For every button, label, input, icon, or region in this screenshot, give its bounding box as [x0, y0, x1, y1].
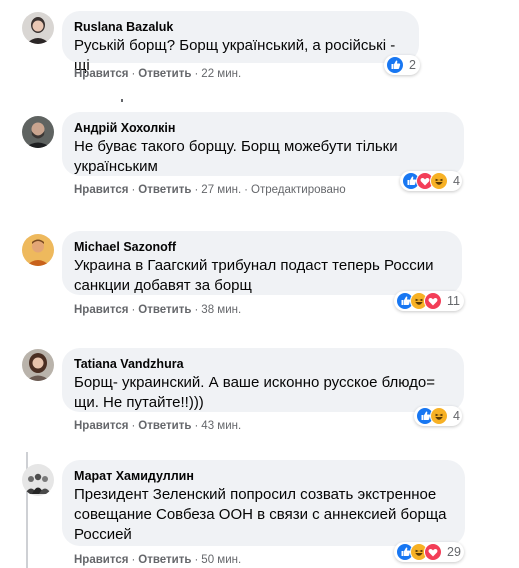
reaction-summary[interactable]: 4: [414, 406, 462, 426]
like-button[interactable]: Нравится: [74, 420, 128, 432]
comment-text-line: українським: [74, 158, 158, 175]
comment-author[interactable]: Ruslana Bazaluk: [74, 19, 407, 35]
reply-button[interactable]: Ответить: [138, 304, 191, 316]
edited-label[interactable]: Отредактировано: [251, 184, 346, 196]
comment-text-line: Россией: [74, 526, 132, 543]
comment-text-line: Борщ- украинский. А ваше исконно русское…: [74, 374, 436, 391]
reaction-count: 4: [453, 174, 460, 188]
like-button[interactable]: Нравится: [74, 304, 128, 316]
reaction-count: 4: [453, 409, 460, 423]
comment-text-line: совещание Совбеза ООН в связи с аннексие…: [74, 506, 447, 523]
like-button[interactable]: Нравится: [74, 554, 128, 566]
group-photo-icon[interactable]: [22, 464, 54, 496]
comment-bubble: Марат Хамидуллин Президент Зеленский поп…: [62, 460, 465, 546]
reaction-count: 11: [447, 294, 460, 308]
comment-author[interactable]: Андрій Хохолкін: [74, 120, 452, 136]
comment-time[interactable]: 27 мин.: [201, 184, 241, 196]
comment-text: Украина в Гаагский трибунал подаст тепер…: [74, 256, 450, 296]
comment-text-line: Не буває такого борщу. Борщ можебути тіл…: [74, 138, 398, 155]
comment-text: Не буває такого борщу. Борщ можебути тіл…: [74, 137, 452, 177]
comment-actions: Нравится · Ответить · 38 мин.: [74, 304, 242, 316]
haha-icon: [430, 407, 448, 425]
thread-connector: [121, 99, 123, 102]
comment-text: Президент Зеленский попросил созвать экс…: [74, 485, 453, 545]
reaction-count: 29: [447, 545, 461, 559]
comment-time[interactable]: 38 мин.: [201, 304, 241, 316]
comment-text-line: Президент Зеленский попросил созвать экс…: [74, 486, 437, 503]
man-bearded-icon[interactable]: [22, 116, 54, 148]
reaction-summary[interactable]: 11: [394, 291, 464, 311]
love-icon: [424, 543, 442, 561]
reaction-summary[interactable]: 29: [394, 542, 464, 562]
like-button[interactable]: Нравится: [74, 68, 128, 80]
reply-button[interactable]: Ответить: [138, 68, 191, 80]
comment-actions: Нравится · Ответить · 50 мин.: [74, 554, 242, 566]
woman-dark-icon[interactable]: [22, 349, 54, 381]
comment-bubble: Tatiana Vandzhura Борщ- украинский. А ва…: [62, 348, 464, 412]
comment-bubble: Андрій Хохолкін Не буває такого борщу. Б…: [62, 112, 464, 176]
comment-bubble: Michael Sazonoff Украина в Гаагский триб…: [62, 231, 462, 295]
man-orange-icon[interactable]: [22, 234, 54, 266]
comment-text-line: санкции добавят за борщ: [74, 277, 252, 294]
comment-bubble: Ruslana Bazaluk Руській борщ? Борщ украї…: [62, 11, 419, 74]
comment-text-line: Украина в Гаагский трибунал подаст тепер…: [74, 257, 434, 274]
comment-actions: Нравится · Ответить · 22 мин.: [74, 68, 242, 80]
love-icon: [424, 292, 442, 310]
comment-time[interactable]: 50 мин.: [201, 554, 241, 566]
reply-button[interactable]: Ответить: [138, 554, 191, 566]
like-icon: [386, 56, 404, 74]
haha-icon: [430, 172, 448, 190]
comment-text-line: щи. Не путайте!!))): [74, 394, 204, 411]
comment-author[interactable]: Tatiana Vandzhura: [74, 356, 452, 372]
reply-button[interactable]: Ответить: [138, 184, 191, 196]
woman-light-icon[interactable]: [22, 12, 54, 44]
comment-text: Борщ- украинский. А ваше исконно русское…: [74, 373, 452, 413]
like-button[interactable]: Нравится: [74, 184, 128, 196]
comment-author[interactable]: Марат Хамидуллин: [74, 468, 453, 484]
comment-time[interactable]: 22 мин.: [201, 68, 241, 80]
reaction-count: 2: [409, 58, 416, 72]
reaction-summary[interactable]: 4: [400, 171, 462, 191]
reaction-summary[interactable]: 2: [384, 55, 420, 75]
comment-author[interactable]: Michael Sazonoff: [74, 239, 450, 255]
comment-actions: Нравится · Ответить · 43 мин.: [74, 420, 242, 432]
comment-actions: Нравится · Ответить · 27 мин. · Отредактирован…: [74, 184, 346, 196]
comment-time[interactable]: 43 мин.: [201, 420, 241, 432]
reply-button[interactable]: Ответить: [138, 420, 191, 432]
